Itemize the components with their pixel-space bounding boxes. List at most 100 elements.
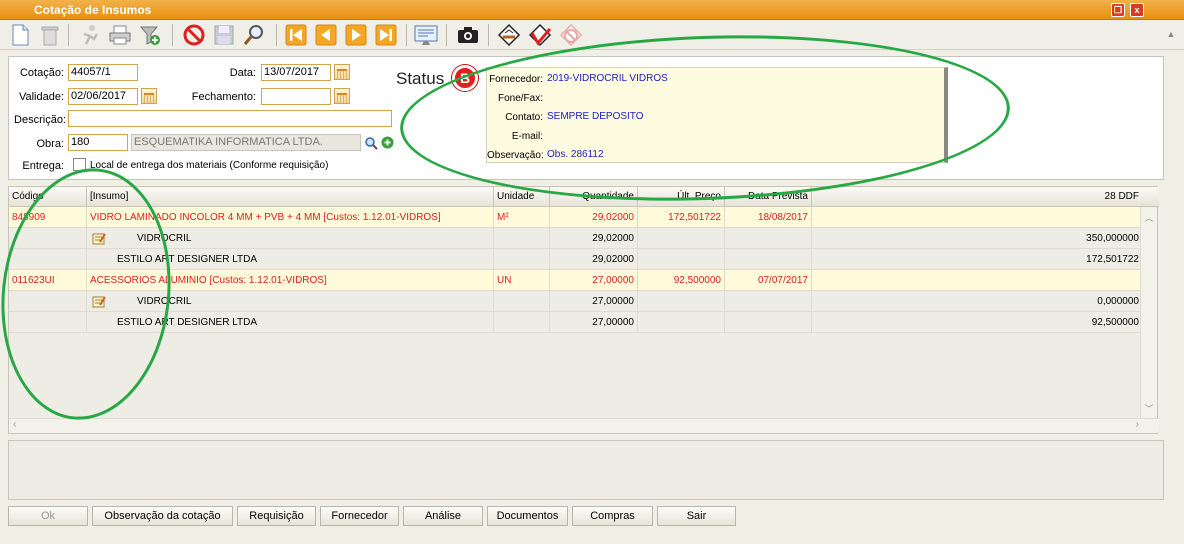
cell-ddf xyxy=(812,270,1142,291)
fechamento-calendar-icon[interactable] xyxy=(334,88,350,104)
cotacao-field[interactable]: 44057/1 xyxy=(68,64,138,81)
email-label: E-mail: xyxy=(511,131,543,142)
title-bar: Cotação de Insumos ❐ x xyxy=(0,0,1184,20)
analise-button[interactable]: Análise xyxy=(403,506,483,526)
descricao-field[interactable] xyxy=(68,110,392,127)
observacao-label: Observação: xyxy=(487,150,544,161)
cell-insumo: ESTILO ART DESIGNER LTDA xyxy=(87,249,494,270)
reject-icon[interactable] xyxy=(528,23,552,47)
supplier-price-row[interactable]: ESTILO ART DESIGNER LTDA 27,00000 92,50000… xyxy=(9,312,1141,333)
filter-icon[interactable] xyxy=(138,23,162,47)
report-icon[interactable] xyxy=(414,23,438,47)
cell-unidade xyxy=(494,291,550,312)
fone-label: Fone/Fax: xyxy=(497,93,543,104)
cell-ddf xyxy=(812,207,1142,228)
cell-insumo: VIDRO LAMINADO INCOLOR 4 MM + PVB + 4 MM… xyxy=(87,207,494,228)
item-row[interactable]: 011623UI ACESSORIOS ALUMINIO [Custos: 1.1… xyxy=(9,270,1141,291)
save-icon[interactable] xyxy=(212,23,236,47)
trash-icon[interactable] xyxy=(38,23,62,47)
observacao-cotacao-button[interactable]: Observação da cotação xyxy=(92,506,233,526)
scroll-left-arrow-icon[interactable]: ‹ xyxy=(13,419,16,430)
cell-preco: 92,500000 xyxy=(638,270,725,291)
cell-data xyxy=(725,228,812,249)
cell-ddf: 92,500000 xyxy=(1091,317,1139,328)
item-row[interactable]: 848909 VIDRO LAMINADO INCOLOR 4 MM + PVB … xyxy=(9,207,1141,228)
obra-add-icon[interactable] xyxy=(381,136,394,152)
compras-button[interactable]: Compras xyxy=(572,506,653,526)
new-document-icon[interactable] xyxy=(8,23,32,47)
fechamento-field[interactable] xyxy=(261,88,331,105)
documentos-button[interactable]: Documentos xyxy=(487,506,568,526)
ok-button[interactable]: Ok xyxy=(8,506,88,526)
edit-note-icon[interactable] xyxy=(92,295,106,308)
grid-vertical-scrollbar[interactable]: ︿ ﹀ xyxy=(1140,207,1157,419)
contato-label: Contato: xyxy=(505,112,543,123)
cancel-approval-icon[interactable] xyxy=(559,23,583,47)
obra-search-icon[interactable] xyxy=(364,136,378,153)
cell-insumo: ACESSORIOS ALUMINIO [Custos: 1.12.01-VID… xyxy=(87,270,494,291)
col-insumo[interactable]: [Insumo] xyxy=(87,187,494,207)
col-data-prevista[interactable]: Data Prevista xyxy=(725,187,812,207)
grid-horizontal-scrollbar[interactable]: ‹ › xyxy=(9,418,1159,433)
toolbar-scroll-up-icon[interactable]: ▲ xyxy=(1164,22,1178,46)
fornecedor-button[interactable]: Fornecedor xyxy=(320,506,399,526)
cell-codigo xyxy=(9,228,87,249)
data-calendar-icon[interactable] xyxy=(334,64,350,80)
cell-codigo: 848909 xyxy=(9,207,87,228)
fornecedor-value[interactable]: 2019-VIDROCRIL VIDROS xyxy=(547,73,668,84)
cell-unidade: M² xyxy=(494,207,550,228)
scroll-right-arrow-icon[interactable]: › xyxy=(1136,419,1139,430)
entrega-text: Local de entrega dos materiais (Conforme… xyxy=(90,160,329,171)
search-icon[interactable] xyxy=(242,23,266,47)
notes-area[interactable] xyxy=(8,440,1164,500)
col-unidade[interactable]: Unidade xyxy=(494,187,550,207)
obra-code-field[interactable]: 180 xyxy=(68,134,128,151)
col-28-ddf[interactable]: 28 DDF xyxy=(812,187,1142,207)
cell-preco xyxy=(638,312,725,333)
cell-unidade: UN xyxy=(494,270,550,291)
supplier-price-row[interactable]: VIDROCRIL 29,02000 350,000000 xyxy=(9,228,1141,249)
status-label: Status xyxy=(396,69,445,88)
print-icon[interactable] xyxy=(108,23,132,47)
restore-window-icon[interactable]: ❐ xyxy=(1111,3,1125,17)
camera-icon[interactable] xyxy=(456,23,480,47)
sair-button[interactable]: Sair xyxy=(657,506,736,526)
col-ult-preco[interactable]: Últ. Preço xyxy=(638,187,725,207)
edit-note-icon[interactable] xyxy=(92,232,106,245)
cell-quantidade: 27,00000 xyxy=(550,270,638,291)
cell-preco: 172,501722 xyxy=(638,207,725,228)
cell-data xyxy=(725,312,812,333)
run-icon[interactable] xyxy=(78,23,102,47)
supplier-price-row[interactable]: ESTILO ART DESIGNER LTDA 29,02000 172,5017… xyxy=(9,249,1141,270)
approve-icon[interactable] xyxy=(497,23,521,47)
supplier-price-row[interactable]: VIDROCRIL 27,00000 0,000000 xyxy=(9,291,1141,312)
data-label: Data: xyxy=(229,67,256,79)
next-record-icon[interactable] xyxy=(344,23,368,47)
col-codigo[interactable]: Código xyxy=(9,187,87,207)
entrega-label: Entrega: xyxy=(22,160,64,172)
stop-icon[interactable] xyxy=(182,23,206,47)
cotacao-label: Cotação: xyxy=(19,67,64,79)
contato-value: SEMPRE DEPOSITO xyxy=(547,111,644,122)
scroll-up-arrow-icon[interactable]: ︿ xyxy=(1141,211,1157,224)
supplier-info-panel: Fornecedor: 2019-VIDROCRIL VIDROS Fone/F… xyxy=(486,67,948,163)
last-record-icon[interactable] xyxy=(374,23,398,47)
cell-insumo: VIDROCRIL xyxy=(87,228,494,249)
validade-field[interactable]: 02/06/2017 xyxy=(68,88,138,105)
entrega-checkbox[interactable] xyxy=(73,158,86,171)
requisicao-button[interactable]: Requisição xyxy=(237,506,316,526)
scroll-down-arrow-icon[interactable]: ﹀ xyxy=(1141,402,1157,415)
validade-calendar-icon[interactable] xyxy=(141,88,157,104)
cell-codigo xyxy=(9,249,87,270)
previous-record-icon[interactable] xyxy=(314,23,338,47)
close-window-icon[interactable]: x xyxy=(1130,3,1144,17)
fechamento-label: Fechamento: xyxy=(191,91,256,103)
status-badge: B xyxy=(452,65,478,91)
col-quantidade[interactable]: Quantidade xyxy=(550,187,638,207)
data-field[interactable]: 13/07/2017 xyxy=(261,64,331,81)
first-record-icon[interactable] xyxy=(284,23,308,47)
cell-data xyxy=(725,291,812,312)
cell-data: 18/08/2017 xyxy=(725,207,812,228)
cell-ddf: 172,501722 xyxy=(1086,254,1139,265)
cell-quantidade: 27,00000 xyxy=(550,312,638,333)
